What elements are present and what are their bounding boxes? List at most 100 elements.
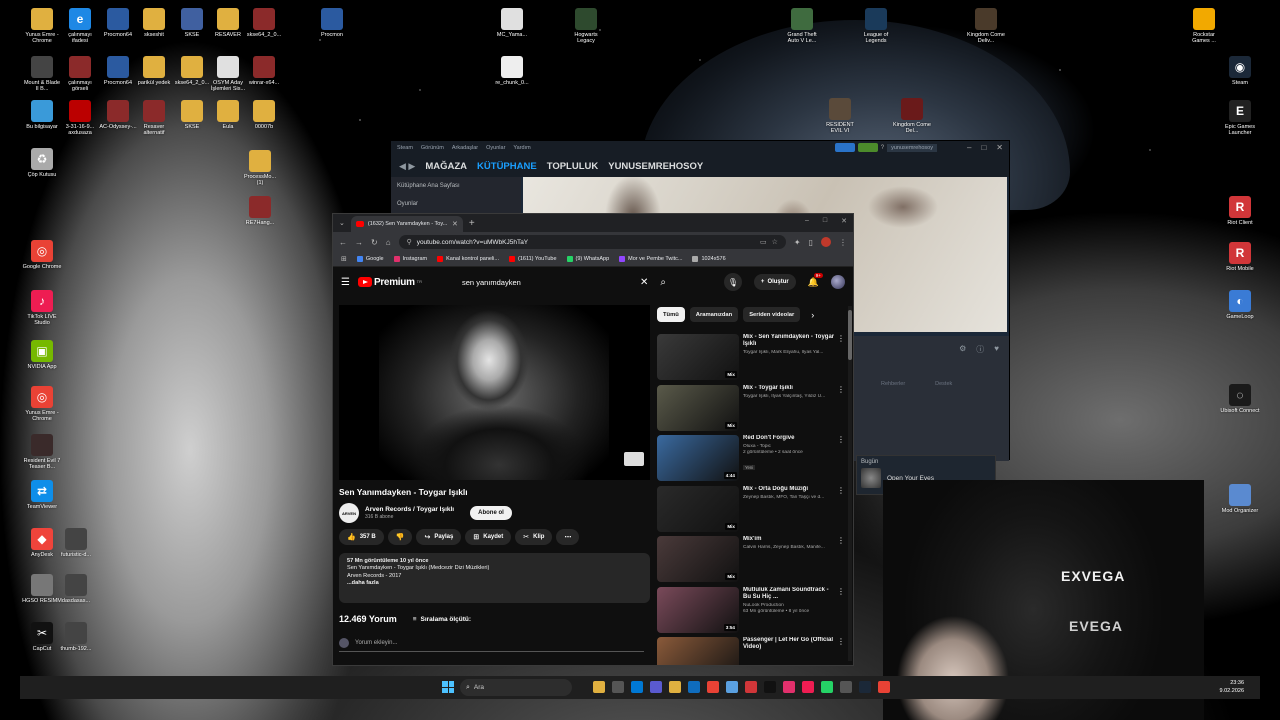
taskbar-app-icon[interactable] — [783, 681, 795, 693]
extensions-icon[interactable]: ✦ — [794, 238, 801, 247]
desktop-shortcut[interactable]: Resident Evil 7 Teaser B... — [22, 434, 62, 470]
share-button[interactable]: ↪ Paylaş — [416, 529, 462, 545]
steam-library-home[interactable]: Kütüphane Ana Sayfası — [391, 177, 521, 195]
video-title[interactable]: Mutluluk Zamanı Soundtrack - Bu Su Hiç .… — [743, 587, 835, 601]
forward-arrow-icon[interactable]: → — [355, 238, 363, 247]
channel-name[interactable]: Arven Records / Toygar Işıklı — [365, 506, 454, 513]
video-channel[interactable]: Toygar Işıklı, Mark Eliyahu, İlyas Yal..… — [743, 350, 835, 356]
bookmark-item[interactable]: Google — [356, 256, 384, 262]
desktop-shortcut[interactable]: AC-Odyssey-... — [98, 100, 138, 136]
video-thumbnail[interactable]: 3:54 — [657, 586, 739, 633]
taskbar-app-icon[interactable] — [631, 681, 643, 693]
desktop-shortcut[interactable]: çalınmayı görseli — [60, 56, 100, 92]
desktop-shortcut[interactable]: ÖSYM Aday İşlemleri Sis... — [208, 56, 248, 92]
related-video-item[interactable]: Passenger | Let Her Go (Official Video) ⋮ — [657, 637, 845, 665]
video-thumbnail[interactable]: Mix — [657, 536, 739, 582]
steam-nav-community[interactable]: TOPLULUK — [547, 161, 599, 172]
video-channel[interactable]: Toygar Işıklı, İlyas Yalçıntaş, Yıldız U… — [743, 394, 835, 400]
desktop-shortcut[interactable]: ♻ Çöp Kutusu — [22, 148, 62, 184]
bookmark-item[interactable]: (9) WhatsApp — [566, 256, 609, 262]
video-title[interactable]: Passenger | Let Her Go (Official Video) — [743, 637, 835, 651]
video-thumbnail[interactable]: Mix — [657, 334, 739, 380]
related-video-item[interactable]: Mix Mix - Orta Doğu Müziği Zeynep Bastık, … — [657, 485, 845, 537]
desktop-shortcut[interactable]: skseshit — [134, 8, 174, 44]
system-clock[interactable]: 23:36 9.02.2026 — [1220, 679, 1244, 695]
steam-broadcast-icon[interactable] — [834, 143, 855, 152]
desktop-shortcut[interactable]: R Riot Mobile — [1220, 242, 1260, 278]
taskbar-app-icon[interactable] — [821, 681, 833, 693]
video-player[interactable] — [339, 305, 650, 480]
related-video-item[interactable]: Mix Mix'im Calvin Harris, Zeynep Bastık, M… — [657, 536, 845, 587]
video-thumbnail[interactable]: Mix — [657, 384, 739, 431]
notifications-bell-icon[interactable]: 🔔 9+ — [808, 272, 823, 288]
taskbar-app-icon[interactable] — [764, 681, 776, 693]
tab-search-icon[interactable]: ⌄ — [339, 219, 345, 227]
maximize-icon[interactable]: □ — [981, 143, 986, 152]
desktop-shortcut[interactable]: Kingdom Come Deliv... — [966, 8, 1006, 44]
more-options-icon[interactable]: ⋮ — [837, 486, 845, 495]
desktop-shortcut[interactable]: League of Legends — [856, 8, 896, 44]
desktop-shortcut[interactable]: ◎ Yunus Emre - Chrome — [22, 386, 62, 422]
steam-nav-profile[interactable]: YUNUSEMREHOSOY — [608, 161, 703, 172]
bookmark-item[interactable]: Instagram — [393, 256, 427, 262]
desktop-shortcut[interactable]: thumb-192... — [56, 622, 96, 658]
related-video-item[interactable]: 4:44 Red Don't Forgive Oluxa - Topic 2 görü… — [657, 435, 845, 486]
desktop-shortcut[interactable]: futuristic-d... — [56, 528, 96, 564]
desktop-shortcut[interactable]: 00007b — [244, 100, 284, 136]
new-tab-icon[interactable]: + — [469, 218, 475, 229]
cast-icon[interactable]: ▭ — [760, 238, 767, 246]
search-input[interactable]: sen yanımdayken — [462, 278, 640, 287]
dislike-button[interactable]: 👎 — [387, 529, 413, 545]
steam-menu-item[interactable]: Görünüm — [421, 145, 444, 151]
address-url[interactable]: youtube.com/watch?v=uMWbKJ5hTaY — [417, 239, 755, 246]
desktop-shortcut[interactable]: Hogwarts Legacy — [566, 8, 606, 44]
chip-series[interactable]: Seriden videolar — [743, 307, 801, 322]
bookmark-item[interactable]: Mor ve Pembe Twitc... — [619, 256, 682, 262]
desktop-shortcut[interactable]: Procmon — [312, 8, 352, 44]
video-channel[interactable]: Calvin Harris, Zeynep Bastık, Manife... — [743, 545, 835, 551]
bookmark-star-icon[interactable]: ☆ — [772, 238, 778, 246]
desktop-shortcut[interactable]: Rockstar Games ... — [1184, 8, 1224, 44]
more-actions-button[interactable]: ⋯ — [556, 529, 580, 545]
desktop-shortcut[interactable]: E Epic Games Launcher — [1220, 100, 1260, 136]
microphone-icon[interactable]: 🎙 — [723, 273, 742, 291]
taskbar-app-icon[interactable] — [669, 681, 681, 693]
video-channel[interactable]: Zeynep Bastık, MFÖ, Tan Taşçı ve d... — [743, 495, 835, 501]
clip-button[interactable]: ✂ Klip — [515, 529, 553, 545]
page-scrollbar[interactable] — [848, 306, 852, 661]
desktop-shortcut[interactable]: SKSE — [172, 8, 212, 44]
apps-grid-icon[interactable]: ⊞ — [341, 255, 347, 263]
taskbar-search[interactable]: ⌕ Ara — [460, 679, 572, 696]
steam-menu-item[interactable]: Oyunlar — [486, 145, 505, 151]
desktop-shortcut[interactable]: Bu bilgisayar — [22, 100, 62, 136]
channel-watermark[interactable] — [624, 452, 644, 466]
youtube-search-box[interactable]: sen yanımdayken ✕ ⌕ — [456, 272, 666, 292]
bookmark-item[interactable]: (1611) YouTube — [509, 256, 557, 262]
steam-tab-support[interactable]: Destek — [935, 381, 952, 387]
back-arrow-icon[interactable]: ← — [339, 238, 347, 247]
video-thumbnail[interactable]: Mix — [657, 485, 739, 532]
taskbar-app-icon[interactable] — [802, 681, 814, 693]
taskbar-app-icon[interactable] — [612, 681, 624, 693]
sort-comments-button[interactable]: ≡ Sıralama ölçütü: — [413, 616, 471, 623]
add-comment-input[interactable]: Yorum ekleyin... — [355, 640, 397, 646]
taskbar-app-icon[interactable] — [840, 681, 852, 693]
desktop-shortcut[interactable]: MC_Yama... — [492, 8, 532, 44]
bookmark-item[interactable]: 1024x576 — [692, 256, 726, 262]
desktop-shortcut[interactable]: R Riot Client — [1220, 196, 1260, 232]
taskbar-app-icon[interactable] — [707, 681, 719, 693]
desktop-shortcut[interactable]: Yunus Emre - Chrome — [22, 8, 62, 44]
desktop-shortcut[interactable]: Grand Theft Auto V Le... — [782, 8, 822, 44]
desktop-shortcut[interactable]: skse64_2_0... — [172, 56, 212, 92]
close-tab-icon[interactable]: ✕ — [452, 220, 458, 228]
taskbar-app-icon[interactable] — [859, 681, 871, 693]
show-more-link[interactable]: ...daha fazla — [347, 580, 642, 587]
chrome-window[interactable]: ⌄ (1632) Sen Yanımdayken - Toy... ✕ + – … — [332, 213, 854, 666]
home-icon[interactable]: ⌂ — [386, 238, 391, 247]
steam-menu-item[interactable]: Arkadaşlar — [452, 145, 478, 151]
taskbar-app-icon[interactable] — [650, 681, 662, 693]
maximize-icon[interactable]: □ — [823, 217, 827, 225]
more-options-icon[interactable]: ⋮ — [837, 385, 845, 394]
like-button[interactable]: 👍 357 B — [339, 529, 384, 545]
youtube-premium-logo[interactable]: Premium TR — [357, 277, 422, 288]
